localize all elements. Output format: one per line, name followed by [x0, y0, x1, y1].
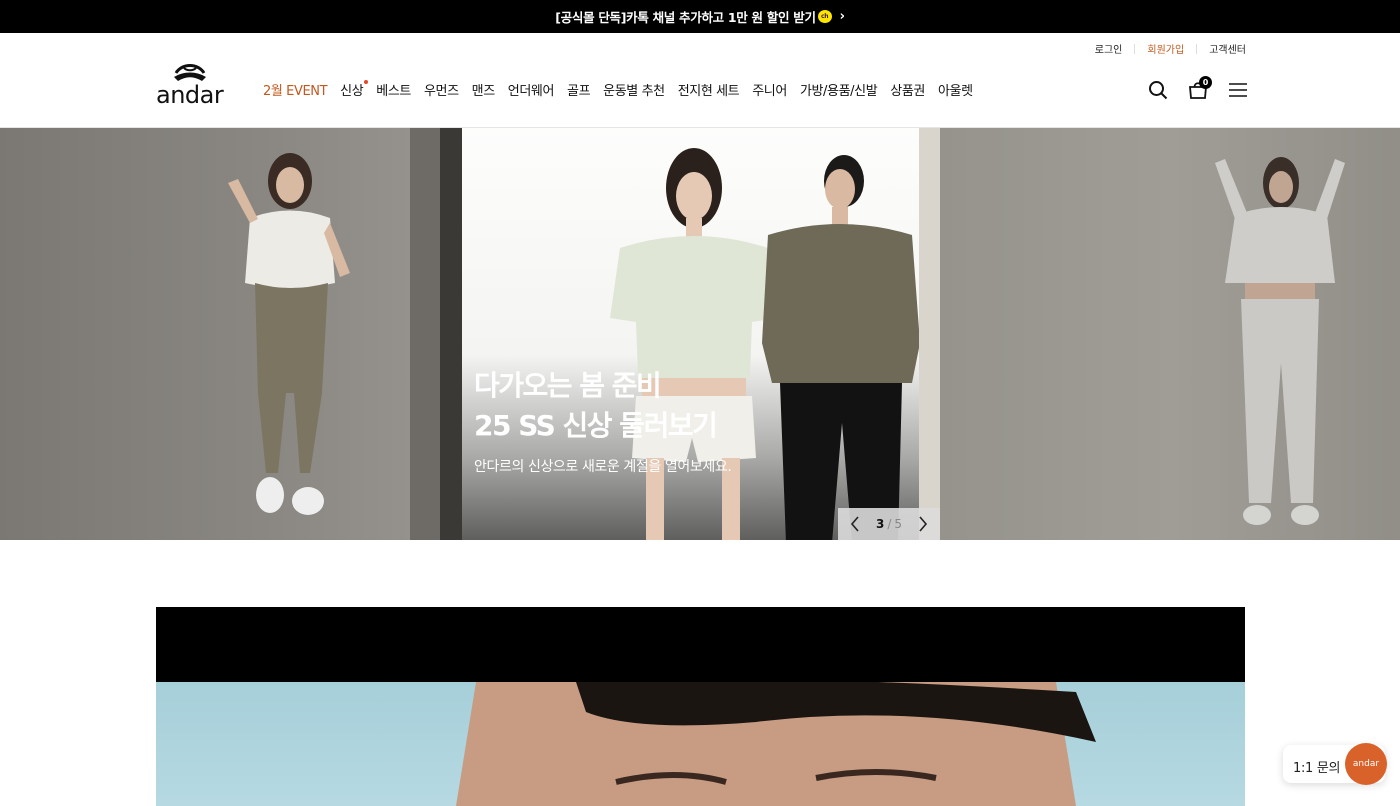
model-image: [228, 153, 350, 515]
nav-item-mens[interactable]: 맨즈: [472, 80, 496, 99]
nav-item-underwear[interactable]: 언더웨어: [508, 80, 555, 99]
slide-divider: [919, 128, 940, 540]
nav-item-outlet[interactable]: 아울렛: [938, 80, 973, 99]
promo-video-banner[interactable]: [156, 607, 1245, 806]
search-icon[interactable]: [1148, 80, 1168, 100]
logo-wordmark: andar: [156, 81, 224, 109]
menu-icon[interactable]: [1228, 80, 1247, 100]
nav-item-event[interactable]: 2월 EVENT: [263, 80, 328, 99]
hero-title-line2: 25 SS 신상 둘러보기: [474, 409, 718, 442]
model-image: [762, 155, 919, 540]
hero-caption: 다가오는 봄 준비 25 SS 신상 둘러보기 안다르의 신상으로 새로운 계절…: [474, 366, 732, 476]
logo-mark-icon: [174, 64, 206, 81]
wall-edge: [410, 128, 440, 540]
total-pages: 5: [894, 517, 903, 531]
signup-link[interactable]: 회원가입: [1147, 41, 1184, 56]
divider: [1134, 43, 1136, 54]
banner-top-bar: [156, 607, 1245, 682]
carousel-slide-next[interactable]: [940, 128, 1400, 540]
chevron-right-icon[interactable]: [918, 516, 928, 532]
current-page: 3: [875, 517, 885, 531]
carousel-slide-active[interactable]: [462, 128, 919, 540]
kakao-channel-icon: ch: [817, 10, 832, 23]
nav-item-womens[interactable]: 우먼즈: [424, 80, 459, 99]
utility-nav: 로그인 회원가입 고객센터: [1095, 41, 1246, 56]
header-actions: 0: [1126, 76, 1247, 100]
chat-widget[interactable]: 1:1 문의 andar: [1283, 743, 1387, 785]
nav-item-junior[interactable]: 주니어: [752, 80, 787, 99]
chat-label: 1:1 문의: [1293, 761, 1341, 776]
chat-bubble-icon[interactable]: andar: [1345, 743, 1387, 785]
nav-item-bags[interactable]: 가방/용품/신발: [800, 80, 878, 99]
page-separator: /: [887, 517, 892, 531]
chevron-left-icon[interactable]: [850, 516, 860, 532]
support-link[interactable]: 고객센터: [1209, 41, 1246, 56]
cart-count-badge: 0: [1199, 76, 1212, 89]
top-promo-bar[interactable]: [공식몰 단독]카톡 채널 추가하고 1만 원 할인 받기 ch ›: [0, 0, 1400, 33]
nav-item-best[interactable]: 베스트: [376, 80, 411, 99]
page-indicator: 3/5: [876, 517, 902, 531]
hero-carousel[interactable]: 다가오는 봄 준비 25 SS 신상 둘러보기 안다르의 신상으로 새로운 계절…: [0, 128, 1400, 540]
nav-item-label: 신상: [340, 84, 364, 99]
promo-text: [공식몰 단독]카톡 채널 추가하고 1만 원 할인 받기: [555, 10, 816, 25]
banner-image: [156, 682, 1245, 806]
carousel-pager: 3/5: [838, 508, 940, 540]
hero-title-line1: 다가오는 봄 준비: [474, 369, 662, 402]
model-face-image: [456, 682, 1096, 806]
nav-item-jeon-set[interactable]: 전지현 세트: [678, 80, 740, 99]
nav-item-giftcard[interactable]: 상품권: [890, 80, 925, 99]
inactive-slide-overlay: [940, 128, 1400, 540]
nav-item-by-sport[interactable]: 운동별 추천: [603, 80, 665, 99]
cart-icon[interactable]: 0: [1188, 76, 1212, 100]
main-nav: 2월 EVENT 신상 베스트 우먼즈 맨즈 언더웨어 골프 운동별 추천 전지…: [263, 80, 986, 99]
new-dot-badge: [364, 80, 369, 84]
divider: [1196, 43, 1198, 54]
nav-item-golf[interactable]: 골프: [567, 80, 591, 99]
hero-subtitle: 안다르의 신상으로 새로운 계절을 열어보세요.: [474, 459, 732, 475]
nav-item-new[interactable]: 신상: [340, 80, 369, 99]
chevron-right-icon: ›: [839, 9, 845, 24]
slide-divider: [440, 128, 462, 540]
andar-logo[interactable]: andar: [156, 61, 226, 109]
carousel-slide-previous[interactable]: [0, 128, 440, 540]
login-link[interactable]: 로그인: [1095, 41, 1123, 56]
site-header: 로그인 회원가입 고객센터 andar 2월 EVENT 신상 베스트 우먼즈 …: [0, 33, 1400, 128]
